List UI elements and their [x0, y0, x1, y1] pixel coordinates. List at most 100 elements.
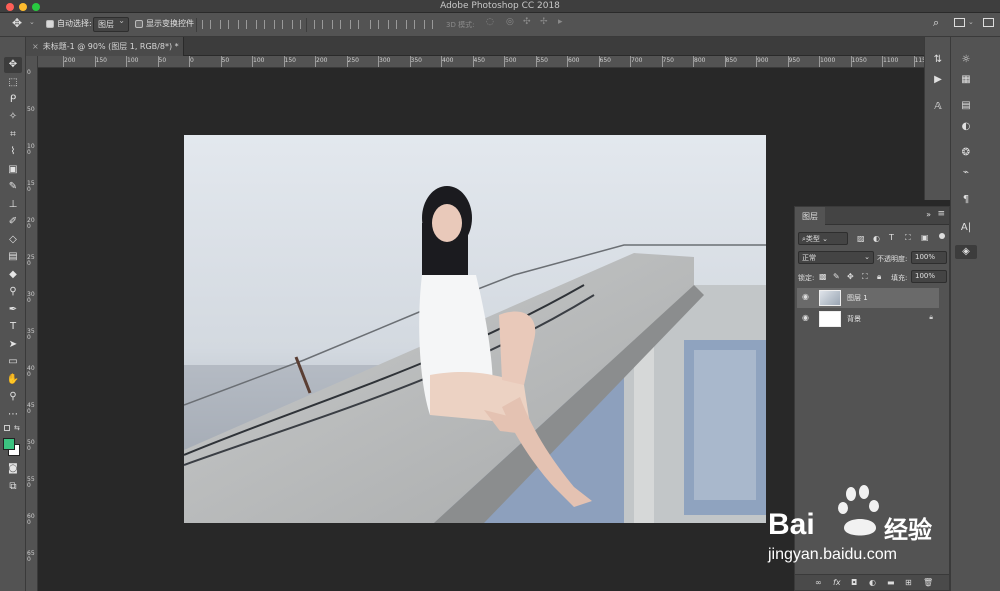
default-colors-icon[interactable]: [4, 425, 10, 431]
actions-panel-icon[interactable]: ▶: [930, 73, 946, 87]
vertical-ruler[interactable]: 0 50 100 150 200 250 300 350 400 450 500 550 600 650: [26, 56, 38, 591]
libraries-panel-icon[interactable]: ▤: [958, 99, 974, 113]
layer-name[interactable]: 图层 1: [847, 293, 868, 303]
panel-menu-icon[interactable]: ≡: [937, 209, 945, 219]
auto-select-dropdown[interactable]: 图层: [93, 16, 129, 32]
auto-align-icon[interactable]: [424, 20, 433, 29]
distribute-left-icon[interactable]: [370, 20, 379, 29]
align-left-icon[interactable]: [256, 20, 265, 29]
lock-position-icon[interactable]: ✥: [847, 272, 854, 281]
lock-image-icon[interactable]: ✎: [833, 272, 840, 281]
blend-mode-dropdown[interactable]: 正常 ⌄: [798, 251, 874, 264]
history-brush-tool-icon[interactable]: ✐: [4, 214, 22, 230]
zoom-tool-icon[interactable]: ⚲: [4, 389, 22, 405]
character-panel-icon[interactable]: A|: [958, 221, 974, 235]
more-tools-icon[interactable]: ⋯: [4, 407, 22, 423]
collapse-panel-icon[interactable]: »: [926, 210, 931, 219]
history-panel-icon[interactable]: ⇅: [930, 53, 946, 67]
magic-wand-tool-icon[interactable]: ✧: [4, 109, 22, 125]
filter-toggle-icon[interactable]: [939, 233, 945, 239]
filter-pixel-icon[interactable]: ▨: [857, 234, 865, 243]
distribute-bottom-icon[interactable]: [350, 20, 359, 29]
paragraph-panel-icon[interactable]: ¶: [958, 193, 974, 207]
distribute-right-icon[interactable]: [406, 20, 415, 29]
add-mask-icon[interactable]: ◘: [851, 578, 857, 587]
path-select-tool-icon[interactable]: ➤: [4, 337, 22, 353]
document-image[interactable]: [184, 135, 766, 523]
distribute-vcenter-icon[interactable]: [332, 20, 341, 29]
dodge-tool-icon[interactable]: ⚲: [4, 284, 22, 300]
layer-row[interactable]: ◉ 图层 1: [797, 288, 939, 308]
move-tool-icon[interactable]: ✥: [4, 57, 22, 73]
swap-colors-icon[interactable]: ⇆: [14, 424, 20, 432]
visibility-eye-icon[interactable]: ◉: [802, 292, 809, 301]
pen-tool-icon[interactable]: ✒: [4, 302, 22, 318]
auto-select-checkbox[interactable]: 自动选择:: [46, 18, 92, 29]
brush-tool-icon[interactable]: ✎: [4, 179, 22, 195]
visibility-eye-icon[interactable]: ◉: [802, 313, 809, 322]
close-tab-icon[interactable]: ×: [32, 42, 39, 51]
layer-filter-dropdown[interactable]: ⌕类型 ⌄: [798, 232, 848, 245]
lock-artboard-icon[interactable]: ⛶: [862, 272, 868, 282]
distribute-top-icon[interactable]: [314, 20, 323, 29]
color-panel-icon[interactable]: ☼: [958, 53, 974, 67]
glyphs-panel-icon[interactable]: 𝔸: [930, 100, 946, 114]
link-layers-icon[interactable]: ∞: [815, 578, 822, 587]
lasso-tool-icon[interactable]: ᑭ: [4, 92, 22, 108]
channels-panel-icon[interactable]: ❂: [958, 146, 974, 160]
layer-name[interactable]: 背景: [847, 314, 861, 324]
filter-shape-icon[interactable]: ⛶: [905, 233, 911, 243]
move-tool-icon[interactable]: ✥: [12, 16, 22, 30]
eraser-tool-icon[interactable]: ◇: [4, 232, 22, 248]
paths-panel-icon[interactable]: ⌁: [958, 166, 974, 180]
workspace-chevron-icon[interactable]: ⌄: [968, 18, 974, 26]
show-transform-checkbox[interactable]: 显示变换控件: [135, 18, 194, 29]
foreground-color-swatch[interactable]: [3, 438, 15, 450]
new-adjustment-layer-icon[interactable]: ◐: [869, 578, 876, 587]
quick-mask-icon[interactable]: ◙: [4, 461, 22, 477]
swatches-panel-icon[interactable]: ▦: [958, 73, 974, 87]
filter-adjustment-icon[interactable]: ◐: [873, 234, 880, 243]
tool-preset-chevron-icon[interactable]: ⌄: [29, 18, 35, 26]
align-top-icon[interactable]: [202, 20, 211, 29]
fill-input[interactable]: 100%: [911, 270, 947, 283]
align-right-icon[interactable]: [292, 20, 301, 29]
eyedropper-tool-icon[interactable]: ⌇: [4, 144, 22, 160]
roll-3d-icon[interactable]: ◎: [506, 17, 514, 27]
lock-transparent-icon[interactable]: ▩: [819, 272, 827, 281]
marquee-tool-icon[interactable]: ⬚: [4, 75, 22, 91]
distribute-hcenter-icon[interactable]: [388, 20, 397, 29]
type-tool-icon[interactable]: T: [4, 319, 22, 335]
orbit-3d-icon[interactable]: ◌: [486, 17, 494, 27]
filter-type-icon[interactable]: T: [889, 233, 894, 242]
pan-3d-icon[interactable]: ✣: [523, 17, 531, 27]
rectangle-tool-icon[interactable]: ▭: [4, 354, 22, 370]
delete-layer-icon[interactable]: 🗑︎: [923, 578, 933, 587]
new-group-icon[interactable]: ▬: [887, 578, 895, 587]
opacity-input[interactable]: 100%: [911, 251, 947, 264]
scale-3d-icon[interactable]: ▸: [558, 17, 563, 27]
document-tab[interactable]: × 未标题-1 @ 90% (图层 1, RGB/8*) *: [26, 37, 184, 56]
hand-tool-icon[interactable]: ✋: [4, 372, 22, 388]
layer-lock-icon[interactable]: 🔒︎: [929, 313, 933, 322]
slide-3d-icon[interactable]: ✢: [540, 17, 548, 27]
workspace-icon[interactable]: [954, 18, 965, 27]
align-hcenter-icon[interactable]: [274, 20, 283, 29]
stamp-tool-icon[interactable]: ⊥: [4, 197, 22, 213]
search-icon[interactable]: ⌕: [933, 16, 939, 30]
frame-tool-icon[interactable]: ▣: [4, 162, 22, 178]
horizontal-ruler[interactable]: 200 150 100 50 0 50 100 150 200 250 300 350 400 450 50…: [38, 56, 924, 68]
filter-smart-object-icon[interactable]: ▣: [921, 233, 929, 242]
gradient-tool-icon[interactable]: ▤: [4, 249, 22, 265]
layers-tab[interactable]: 图层: [795, 207, 825, 225]
align-vcenter-icon[interactable]: [220, 20, 229, 29]
crop-tool-icon[interactable]: ⌗: [4, 127, 22, 143]
align-bottom-icon[interactable]: [238, 20, 247, 29]
layers-panel-icon[interactable]: ◈: [955, 245, 977, 259]
layer-row[interactable]: ◉ 背景 🔒︎: [797, 309, 939, 329]
layer-style-icon[interactable]: fx: [833, 578, 841, 587]
screen-mode-icon[interactable]: ⧉: [4, 479, 22, 495]
new-layer-icon[interactable]: ⊞: [905, 578, 912, 587]
adjustments-panel-icon[interactable]: ◐: [958, 120, 974, 134]
share-icon[interactable]: [983, 18, 994, 27]
